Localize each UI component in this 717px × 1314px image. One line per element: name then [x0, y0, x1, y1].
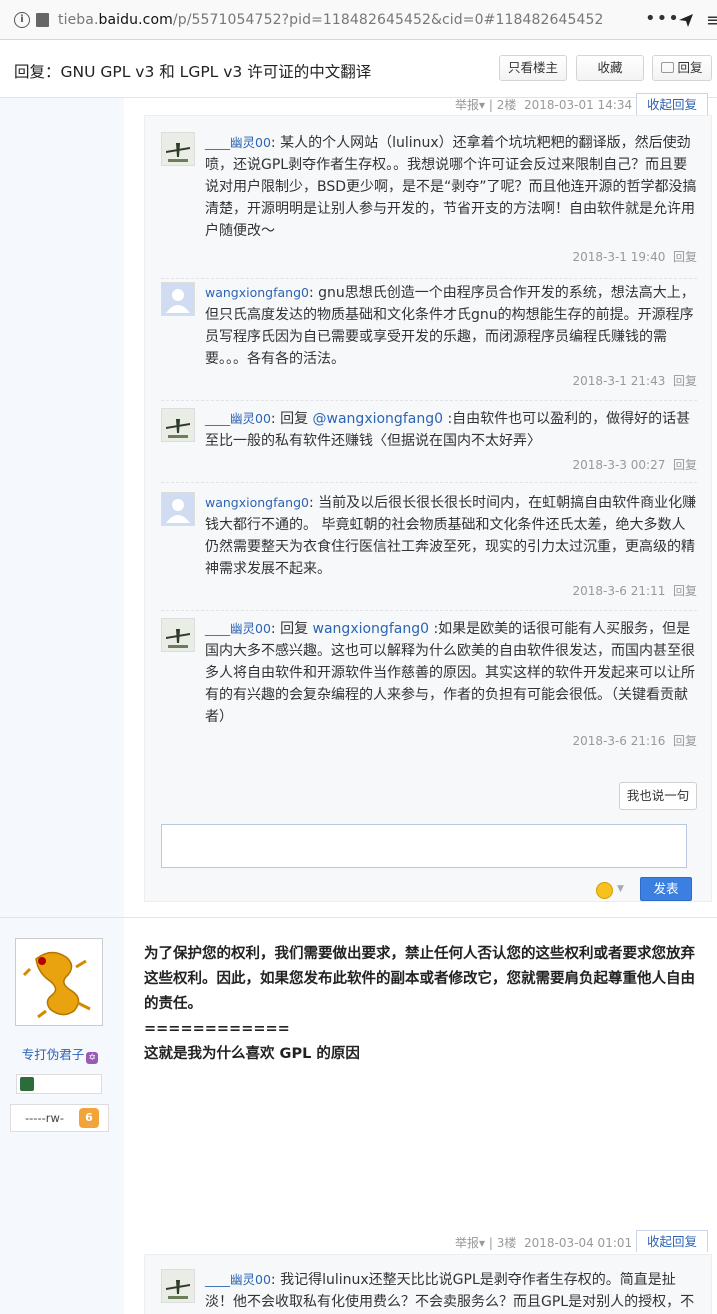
thread-title: 回复：GNU GPL v3 和 LGPL v3 许可证的中文翻译 — [14, 63, 372, 81]
report-link[interactable]: 举报▾ — [455, 1236, 485, 1250]
avatar[interactable] — [161, 408, 195, 442]
author-name[interactable]: 专打伪君子 ✡ — [0, 1044, 120, 1064]
reply-button[interactable]: 回复 — [652, 55, 712, 81]
browser-url-bar[interactable]: i tieba.baidu.com/p/5571054752?pid=11848… — [0, 0, 717, 40]
sub-reply-item: ____幽灵00: 某人的个人网站（lulinux）还拿着个坑坑粑粑的翻译版，然… — [161, 132, 697, 279]
sub-reply-text: ____幽灵00: 回复 @wangxiongfang0 :自由软件也可以盈利的… — [205, 411, 691, 449]
sub-reply-time: 2018-3-6 21:16 — [572, 734, 666, 748]
sub-reply-reply-link[interactable]: 回复 — [673, 250, 697, 264]
avatar[interactable] — [161, 1269, 195, 1303]
sub-reply-meta: 2018-3-1 21:43 回复 — [572, 372, 697, 389]
divider — [161, 482, 697, 483]
badge-icon[interactable] — [20, 1077, 34, 1091]
floor-number: 2楼 — [496, 98, 517, 112]
add-comment-button[interactable]: 我也说一句 — [619, 782, 697, 810]
info-icon[interactable]: i — [14, 12, 30, 28]
smiley-icon[interactable] — [596, 882, 613, 899]
post-footer: 举报▾ | 3楼 2018-03-04 01:01 — [455, 1236, 633, 1250]
only-op-button[interactable]: 只看楼主 — [499, 55, 567, 81]
thread-title-bar: 回复：GNU GPL v3 和 LGPL v3 许可证的中文翻译 只看楼主 收藏… — [0, 40, 717, 98]
zodiac-icon: ✡ — [86, 1052, 99, 1064]
post-paragraph: 这就是我为什么喜欢 GPL 的原因 — [144, 1046, 360, 1062]
post-time: 2018-03-04 01:01 — [524, 1236, 633, 1250]
post-time: 2018-03-01 14:34 — [524, 98, 633, 112]
url-text[interactable]: tieba.baidu.com/p/5571054752?pid=1184826… — [58, 12, 604, 28]
divider — [161, 278, 697, 279]
divider — [161, 400, 697, 401]
sub-reply-meta: 2018-3-6 21:16 回复 — [572, 732, 697, 749]
sub-reply-reply-link[interactable]: 回复 — [673, 734, 697, 748]
sub-reply-item: ____幽灵00: 回复 @wangxiongfang0 :自由软件也可以盈利的… — [161, 408, 697, 483]
post-divider — [0, 917, 717, 918]
aircraft-avatar-icon — [162, 409, 194, 441]
default-avatar-icon — [162, 493, 194, 525]
sub-reply-username[interactable]: wangxiongfang0 — [205, 495, 309, 510]
user-level[interactable]: -----rw- 6 — [10, 1104, 109, 1132]
sub-reply-meta: 2018-3-1 19:40 回复 — [572, 248, 697, 265]
floor-number: 3楼 — [496, 1236, 517, 1250]
sub-reply-text: wangxiongfang0: 当前及以后很长很长很长时间内，在虹朝搞自由软件商… — [205, 495, 697, 577]
golden-dragon-avatar-icon — [16, 939, 102, 1025]
page-icon — [36, 13, 49, 27]
avatar[interactable] — [161, 618, 195, 652]
sub-reply-text: ____幽灵00: 我记得lulinux还整天比比说GPL是剥夺作者生存权的。简… — [205, 1272, 695, 1310]
sub-reply-time: 2018-3-1 21:43 — [572, 374, 666, 388]
sub-reply-text: wangxiongfang0: gnu思想氏创造一个由程序员合作开发的系统，想法… — [205, 285, 695, 367]
user-badge-bar — [16, 1074, 102, 1094]
sub-reply-username[interactable]: ____幽灵00 — [205, 411, 271, 426]
retract-replies-link[interactable]: 收起回复 — [636, 1230, 708, 1252]
send-button[interactable]: 发表 — [640, 877, 692, 901]
retract-replies-link[interactable]: 收起回复 — [636, 93, 708, 115]
author-avatar[interactable] — [15, 938, 103, 1026]
divider — [161, 610, 697, 611]
sub-reply-item: wangxiongfang0: 当前及以后很长很长很长时间内，在虹朝搞自由软件商… — [161, 492, 697, 611]
reply-button-label: 回复 — [677, 60, 703, 75]
aircraft-avatar-icon — [162, 1270, 194, 1302]
mention-link[interactable]: @wangxiongfang0 — [313, 411, 443, 427]
ellipsis-icon[interactable]: ••• — [645, 8, 680, 29]
post-paragraph: ============ — [144, 1021, 290, 1037]
aircraft-avatar-icon — [162, 133, 194, 165]
send-extension-icon[interactable] — [678, 12, 694, 28]
sub-reply-meta: 2018-3-6 21:11 回复 — [572, 582, 697, 599]
post-footer: 举报▾ | 2楼 2018-03-01 14:34 — [455, 98, 633, 112]
sub-reply-input[interactable] — [161, 824, 687, 868]
sub-reply-panel: ____幽灵00: 某人的个人网站（lulinux）还拿着个坑坑粑粑的翻译版，然… — [144, 115, 712, 902]
sub-reply-reply-link[interactable]: 回复 — [673, 584, 697, 598]
sub-reply-time: 2018-3-3 00:27 — [572, 458, 666, 472]
report-link[interactable]: 举报▾ — [455, 98, 485, 112]
post-paragraph: 为了保护您的权利，我们需要做出要求，禁止任何人否认您的这些权利或者要求您放弃这些… — [144, 946, 695, 1012]
sub-reply-username[interactable]: ____幽灵00 — [205, 1272, 271, 1287]
speech-bubble-icon — [661, 62, 674, 73]
chevron-down-icon[interactable]: ▼ — [617, 884, 624, 894]
sub-reply-panel: ____幽灵00: 我记得lulinux还整天比比说GPL是剥夺作者生存权的。简… — [144, 1254, 712, 1314]
default-avatar-icon — [162, 283, 194, 315]
mention-link[interactable]: wangxiongfang0 — [313, 621, 429, 637]
sub-reply-username[interactable]: ____幽灵00 — [205, 135, 271, 150]
aircraft-avatar-icon — [162, 619, 194, 651]
hamburger-icon[interactable]: ≡ — [706, 10, 717, 31]
favorite-button[interactable]: 收藏 — [576, 55, 644, 81]
level-badge: 6 — [79, 1108, 99, 1128]
sub-reply-text: ____幽灵00: 回复 wangxiongfang0 :如果是欧美的话很可能有… — [205, 621, 695, 725]
sub-reply-item: wangxiongfang0: gnu思想氏创造一个由程序员合作开发的系统，想法… — [161, 282, 697, 401]
sub-reply-time: 2018-3-6 21:11 — [572, 584, 666, 598]
avatar[interactable] — [161, 132, 195, 166]
sub-reply-meta: 2018-3-3 00:27 回复 — [572, 456, 697, 473]
sub-reply-time: 2018-3-1 19:40 — [572, 250, 666, 264]
sub-reply-text: ____幽灵00: 某人的个人网站（lulinux）还拿着个坑坑粑粑的翻译版，然… — [205, 135, 697, 239]
sub-reply-username[interactable]: ____幽灵00 — [205, 621, 271, 636]
sub-reply-item: ____幽灵00: 我记得lulinux还整天比比说GPL是剥夺作者生存权的。简… — [161, 1269, 697, 1314]
avatar[interactable] — [161, 282, 195, 316]
level-name: -----rw- — [25, 1111, 65, 1125]
sub-reply-reply-link[interactable]: 回复 — [673, 374, 697, 388]
sub-reply-item: ____幽灵00: 回复 wangxiongfang0 :如果是欧美的话很可能有… — [161, 618, 697, 752]
post-content: 为了保护您的权利，我们需要做出要求，禁止任何人否认您的这些权利或者要求您放弃这些… — [144, 942, 704, 1067]
sub-reply-reply-link[interactable]: 回复 — [673, 458, 697, 472]
author-sidebar — [0, 98, 124, 917]
sub-reply-username[interactable]: wangxiongfang0 — [205, 285, 309, 300]
avatar[interactable] — [161, 492, 195, 526]
